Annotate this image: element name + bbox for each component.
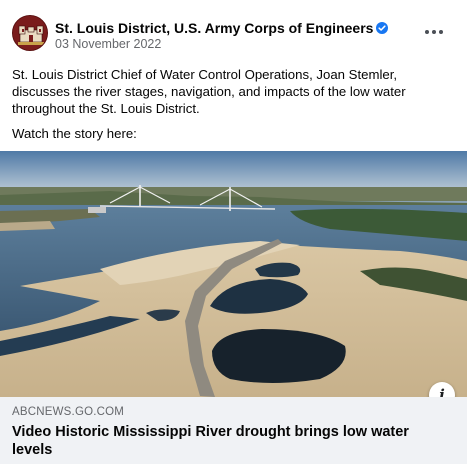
more-options-button[interactable]	[423, 21, 445, 43]
post-body-text: St. Louis District Chief of Water Contro…	[12, 67, 406, 116]
preview-image[interactable]: i	[0, 151, 467, 397]
verified-icon	[376, 22, 389, 34]
page-name[interactable]: St. Louis District, U.S. Army Corps of E…	[55, 20, 389, 36]
post-date[interactable]: 03 November 2022	[55, 37, 161, 51]
more-dot-icon	[425, 30, 429, 34]
page-avatar[interactable]	[12, 15, 48, 51]
river-aerial-photo	[0, 151, 467, 397]
castle-logo-icon	[13, 16, 47, 50]
facebook-post: St. Louis District, U.S. Army Corps of E…	[0, 0, 467, 466]
post-header: St. Louis District, U.S. Army Corps of E…	[12, 15, 455, 55]
link-title[interactable]: Video Historic Mississippi River drought…	[12, 423, 452, 459]
page-name-text[interactable]: St. Louis District, U.S. Army Corps of E…	[55, 20, 373, 36]
more-dot-icon	[439, 30, 443, 34]
link-preview-card[interactable]: i ABCNEWS.GO.COM Video Historic Mississi…	[0, 151, 467, 464]
more-dot-icon	[432, 30, 436, 34]
watch-label: Watch the story here:	[12, 126, 137, 141]
link-domain: ABCNEWS.GO.COM	[12, 406, 125, 418]
link-card-footer[interactable]: ABCNEWS.GO.COM Video Historic Mississipp…	[0, 397, 467, 464]
